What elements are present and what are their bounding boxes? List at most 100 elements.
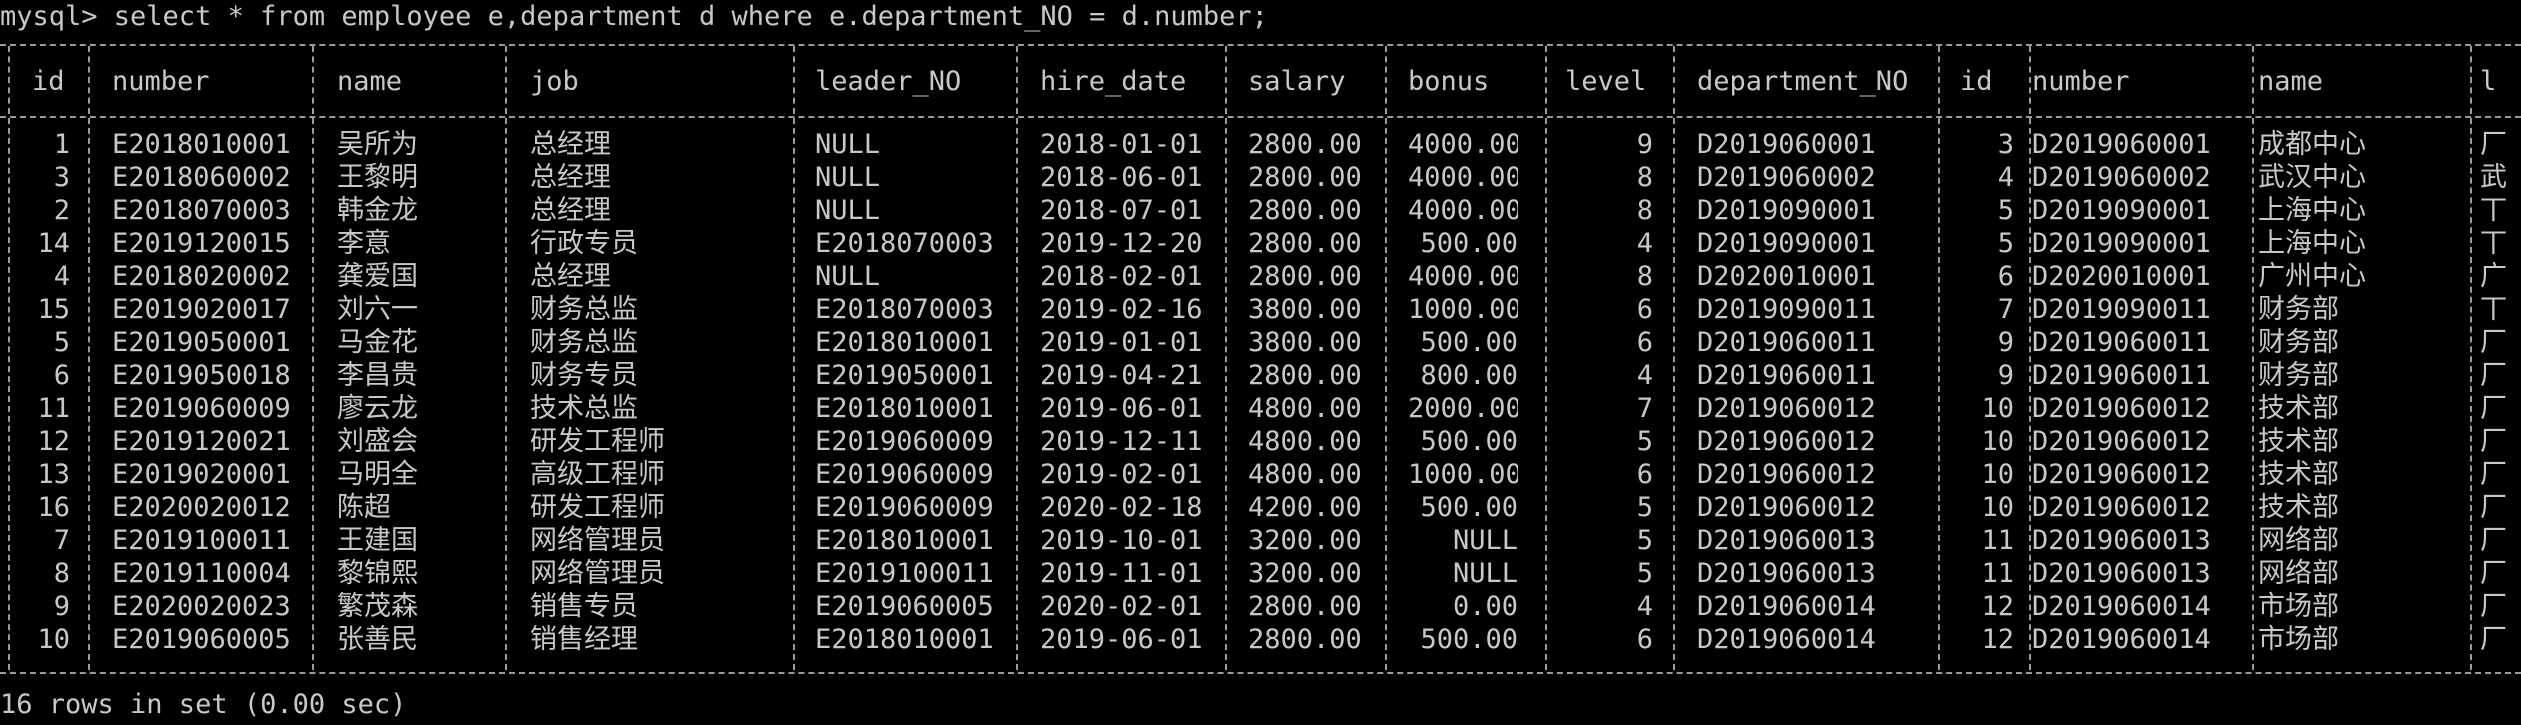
table-cell-level: 8 [1636, 261, 1653, 292]
table-cell-id: 10 [37, 624, 70, 655]
table-cell-leader-no: E2018070003 [815, 228, 994, 259]
table-cell-department-no: D2019060012 [1697, 426, 1876, 457]
column-header: number [2032, 66, 2130, 97]
table-cell-department-no: D2019060002 [1697, 162, 1876, 193]
table-cell-number: D2019060012 [2032, 492, 2211, 523]
table-cell-id: 7 [1997, 294, 2014, 325]
column-header: name [2258, 66, 2324, 97]
table-cell-name: 李昌贵 [337, 360, 418, 391]
column-separator [1225, 118, 1227, 670]
table-cell-l: 厂 [2480, 393, 2507, 424]
table-cell-name: 技术部 [2258, 459, 2339, 490]
table-cell-bonus: 2000.00 [1408, 393, 1518, 424]
table-cell-salary: 2800.00 [1248, 228, 1362, 259]
table-cell-bonus: 4000.00 [1408, 129, 1518, 160]
table-cell-hire-date: 2019-10-01 [1040, 525, 1203, 556]
table-cell-salary: 2800.00 [1248, 624, 1362, 655]
table-cell-number: E2018020002 [112, 261, 291, 292]
column-header: leader_NO [815, 66, 962, 97]
table-cell-department-no: D2019060013 [1697, 558, 1876, 589]
table-cell-name: 韩金龙 [337, 195, 418, 226]
table-cell-bonus: 1000.00 [1408, 294, 1518, 325]
table-cell-leader-no: NULL [815, 162, 881, 193]
table-cell-bonus: NULL [1452, 558, 1518, 589]
table-cell-salary: 2800.00 [1248, 360, 1362, 391]
table-cell-department-no: D2019090001 [1697, 228, 1876, 259]
table-cell-number: D2019060012 [2032, 393, 2211, 424]
table-cell-number: D2019090001 [2032, 195, 2211, 226]
column-separator [1938, 118, 1940, 670]
table-cell-department-no: D2019060014 [1697, 591, 1876, 622]
table-cell-hire-date: 2019-12-11 [1040, 426, 1203, 457]
table-cell-id: 9 [1997, 327, 2014, 358]
table-cell-number: E2019060009 [112, 393, 291, 424]
table-cell-job: 网络管理员 [530, 525, 665, 556]
table-cell-leader-no: E2019060009 [815, 492, 994, 523]
table-cell-number: D2019060013 [2032, 525, 2211, 556]
column-header: name [337, 66, 403, 97]
table-cell-id: 16 [37, 492, 70, 523]
column-separator [1016, 46, 1018, 114]
table-cell-number: D2019060013 [2032, 558, 2211, 589]
column-separator [505, 46, 507, 114]
table-cell-id: 8 [53, 558, 70, 589]
table-cell-salary: 2800.00 [1248, 129, 1362, 160]
table-cell-id: 12 [1981, 591, 2014, 622]
table-cell-department-no: D2019090001 [1697, 195, 1876, 226]
table-cell-number: D2019060001 [2032, 129, 2211, 160]
column-separator [2252, 46, 2254, 114]
table-cell-name: 刘盛会 [337, 426, 418, 457]
terminal-window[interactable]: mysql> select * from employee e,departme… [0, 0, 2521, 725]
table-cell-l: 丅 [2480, 294, 2507, 325]
column-header: bonus [1408, 66, 1490, 97]
table-cell-l: 广 [2480, 261, 2507, 292]
table-cell-name: 市场部 [2258, 591, 2339, 622]
table-cell-level: 8 [1636, 195, 1653, 226]
column-header: job [530, 66, 579, 97]
table-cell-job: 行政专员 [530, 228, 638, 259]
table-cell-name: 吴所为 [337, 129, 418, 160]
table-cell-number: E2019050018 [112, 360, 291, 391]
table-border-top [0, 44, 2521, 46]
table-cell-id: 13 [37, 459, 70, 490]
table-cell-number: D2020010001 [2032, 261, 2211, 292]
table-cell-name: 廖云龙 [337, 393, 418, 424]
table-cell-level: 4 [1636, 591, 1653, 622]
column-separator [1385, 118, 1387, 670]
table-cell-id: 10 [1981, 459, 2014, 490]
table-cell-id: 11 [1981, 525, 2014, 556]
column-header: l [2480, 66, 2497, 97]
table-cell-leader-no: E2019060009 [815, 426, 994, 457]
table-cell-level: 5 [1636, 525, 1653, 556]
table-cell-job: 销售专员 [530, 591, 638, 622]
column-separator [1545, 46, 1547, 114]
table-cell-l: 武 [2480, 162, 2507, 193]
table-cell-hire-date: 2019-04-21 [1040, 360, 1203, 391]
table-cell-level: 6 [1636, 327, 1653, 358]
table-cell-name: 广州中心 [2258, 261, 2366, 292]
table-cell-job: 销售经理 [530, 624, 638, 655]
table-cell-name: 张善民 [337, 624, 418, 655]
column-header: level [1565, 66, 1647, 97]
table-cell-hire-date: 2019-11-01 [1040, 558, 1203, 589]
table-cell-id: 10 [1981, 426, 2014, 457]
table-cell-leader-no: E2019060005 [815, 591, 994, 622]
table-cell-name: 成都中心 [2258, 129, 2366, 160]
table-cell-leader-no: E2018010001 [815, 393, 994, 424]
table-cell-id: 14 [37, 228, 70, 259]
table-cell-bonus: 500.00 [1420, 426, 1518, 457]
table-cell-job: 网络管理员 [530, 558, 665, 589]
table-cell-id: 11 [1981, 558, 2014, 589]
table-cell-salary: 4800.00 [1248, 393, 1362, 424]
table-cell-number: E2019100011 [112, 525, 291, 556]
table-cell-leader-no: E2019050001 [815, 360, 994, 391]
table-cell-number: E2019020001 [112, 459, 291, 490]
table-cell-department-no: D2019060012 [1697, 492, 1876, 523]
table-cell-salary: 2800.00 [1248, 195, 1362, 226]
table-cell-id: 10 [1981, 492, 2014, 523]
table-cell-level: 4 [1636, 360, 1653, 391]
table-cell-bonus: 4000.00 [1408, 195, 1518, 226]
table-cell-level: 9 [1636, 129, 1653, 160]
table-cell-leader-no: E2019100011 [815, 558, 994, 589]
table-cell-salary: 2800.00 [1248, 591, 1362, 622]
